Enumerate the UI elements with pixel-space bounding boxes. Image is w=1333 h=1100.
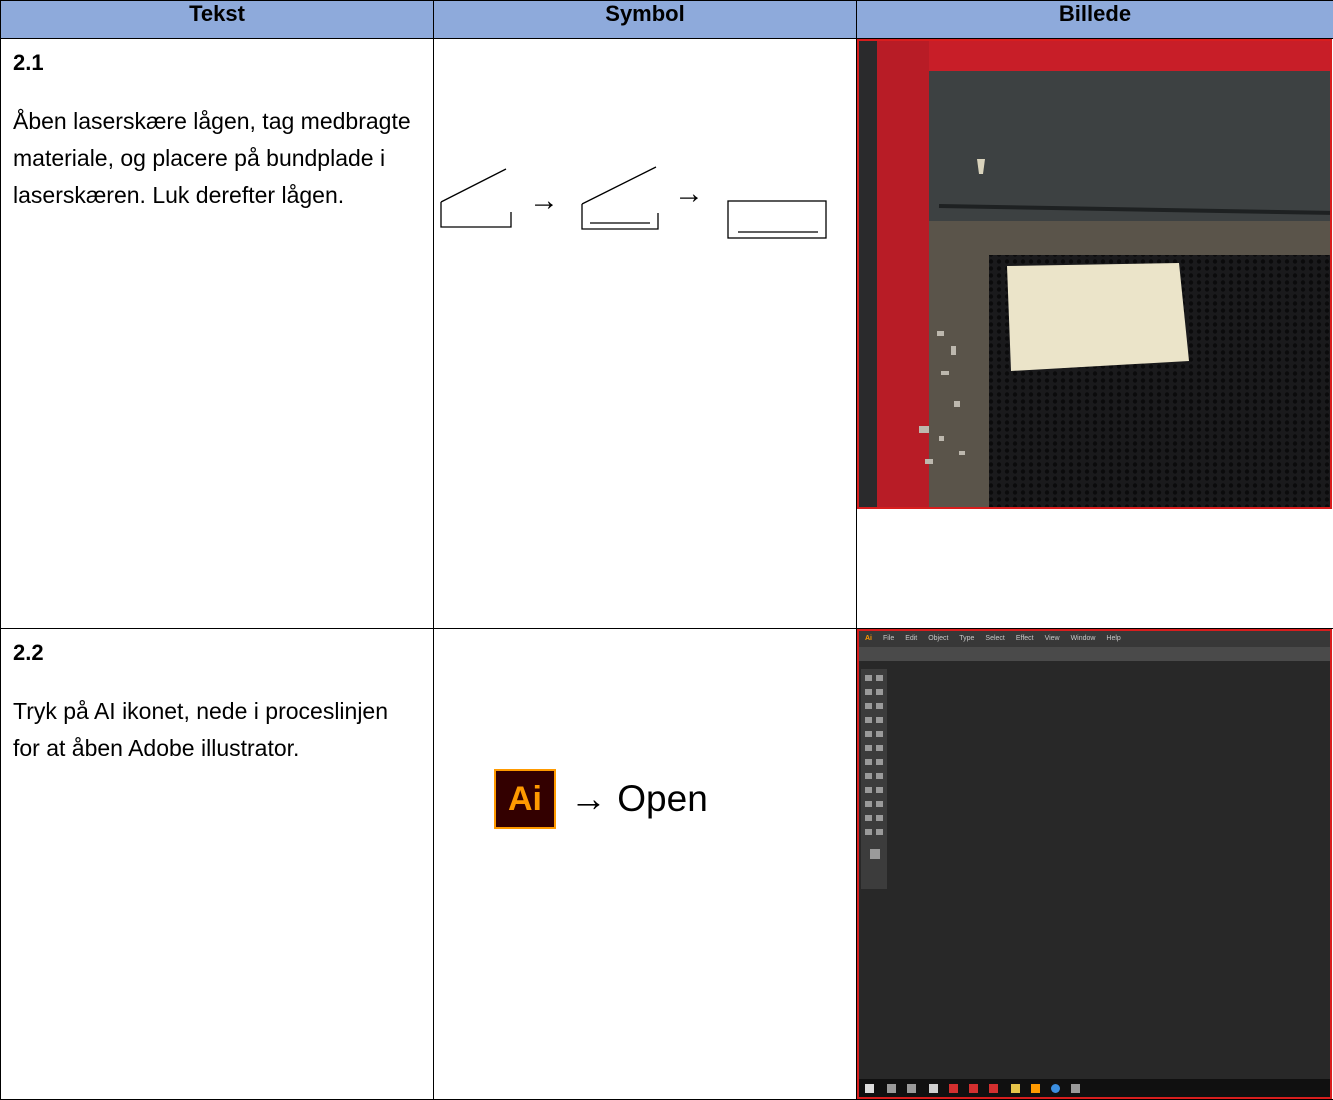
menu-edit: Edit [905,635,917,642]
lid-open-icon [438,167,518,229]
arrow-1: → [529,186,559,216]
header-tekst: Tekst [1,1,434,39]
ai-open-symbol: Ai → Open [494,769,708,829]
illustrator-workspace [889,661,1330,1079]
step-number: 2.1 [13,49,421,77]
illustrator-taskbar-icon [1031,1084,1040,1093]
windows-start-icon [865,1084,874,1093]
illustrator-menu-bar: Ai File Edit Object Type Select Effect V… [859,631,1330,647]
menu-window: Window [1071,635,1096,642]
arrow-2: → [674,179,704,209]
illustrator-toolbar [861,669,887,889]
open-label: → Open [570,778,708,820]
text-cell: 2.1 Åben laserskære lågen, tag medbragte… [1,39,434,629]
laser-bed-image [859,41,1332,509]
step-number: 2.2 [13,639,421,667]
lid-open-with-material-icon [580,165,662,231]
menu-type: Type [959,635,974,642]
lid-closed-icon [726,199,830,243]
illustrator-screenshot: Ai File Edit Object Type Select Effect V… [857,629,1332,1099]
symbol-cell: Ai → Open [434,629,857,1100]
step-text: Åben laserskære lågen, tag medbragte mat… [13,103,421,214]
text-cell: 2.2 Tryk på AI ikonet, nede i proceslinj… [1,629,434,1100]
menu-file: File [883,635,894,642]
instruction-table: Tekst Symbol Billede 2.1 Åben laserskære… [0,0,1333,1100]
table-row: 2.1 Åben laserskære lågen, tag medbragte… [1,39,1333,629]
table-row: 2.2 Tryk på AI ikonet, nede i proceslinj… [1,629,1333,1100]
menu-select: Select [985,635,1004,642]
header-symbol: Symbol [434,1,857,39]
menu-ai: Ai [865,635,872,642]
header-billede: Billede [857,1,1333,39]
step-text: Tryk på AI ikonet, nede i proceslinjen f… [13,693,421,767]
windows-taskbar [859,1079,1330,1097]
image-cell: Ai File Edit Object Type Select Effect V… [857,629,1333,1100]
laser-cutter-photo [857,39,1332,509]
menu-view: View [1045,635,1060,642]
menu-effect: Effect [1016,635,1034,642]
header-row: Tekst Symbol Billede [1,1,1333,39]
menu-object: Object [928,635,948,642]
image-cell [857,39,1333,629]
adobe-illustrator-icon: Ai [494,769,556,829]
menu-help: Help [1106,635,1120,642]
symbol-cell: → → [434,39,857,629]
illustrator-control-bar [859,647,1330,661]
